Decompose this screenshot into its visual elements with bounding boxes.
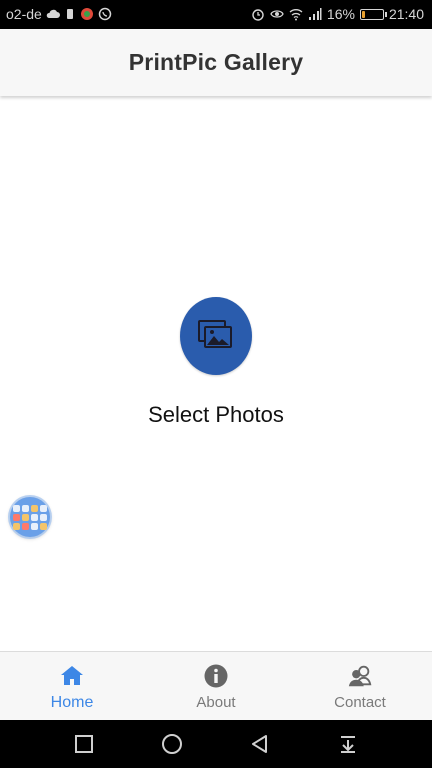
select-photos-label[interactable]: Select Photos [0, 402, 432, 428]
contact-icon [348, 665, 372, 687]
carrier-label: o2-de [6, 6, 42, 22]
back-nav-button[interactable] [248, 732, 272, 756]
cloud-icon [46, 9, 60, 18]
status-time: 21:40 [388, 6, 424, 22]
wifi-icon [289, 9, 303, 21]
tab-about-label: About [196, 694, 236, 711]
info-icon [204, 664, 228, 688]
bottom-tab-bar: Home About Contact [0, 651, 432, 721]
back-icon [252, 735, 267, 753]
app-bar: PrintPic Gallery [0, 29, 432, 96]
tab-contact-label: Contact [334, 694, 386, 711]
home-circle-icon [162, 734, 182, 754]
tab-contact[interactable]: Contact [288, 652, 432, 721]
app-icon [80, 8, 93, 20]
battery-level-fill [361, 10, 365, 18]
home-icon [61, 666, 83, 685]
battery-icon [359, 8, 387, 20]
tab-home[interactable]: Home [0, 652, 144, 721]
notifications-pull-icon [341, 736, 355, 753]
home-nav-button[interactable] [160, 732, 184, 756]
battery-percent: 16% [326, 6, 355, 22]
tab-about[interactable]: About [144, 652, 288, 721]
floating-app-bubble[interactable] [10, 497, 50, 537]
status-bar-left: o2-de [6, 6, 112, 22]
recents-icon [75, 735, 93, 753]
photos-icon [198, 320, 232, 348]
system-nav-bar [0, 720, 432, 768]
status-bar: o2-de 16% 21:40 [0, 0, 432, 29]
status-bar-right: 16% 21:40 [251, 6, 424, 22]
tab-home-label: Home [50, 694, 94, 711]
notifications-pull-button[interactable] [336, 732, 360, 756]
eye-icon [270, 10, 284, 18]
select-photos-button[interactable] [180, 297, 252, 375]
recents-button[interactable] [72, 732, 96, 756]
whatsapp-icon [98, 7, 112, 21]
app-grid-icon [13, 504, 20, 512]
alarm-icon [252, 9, 264, 21]
signal-icon [308, 8, 322, 20]
battery-saver-icon [66, 9, 73, 19]
app-title: PrintPic Gallery [128, 49, 304, 75]
